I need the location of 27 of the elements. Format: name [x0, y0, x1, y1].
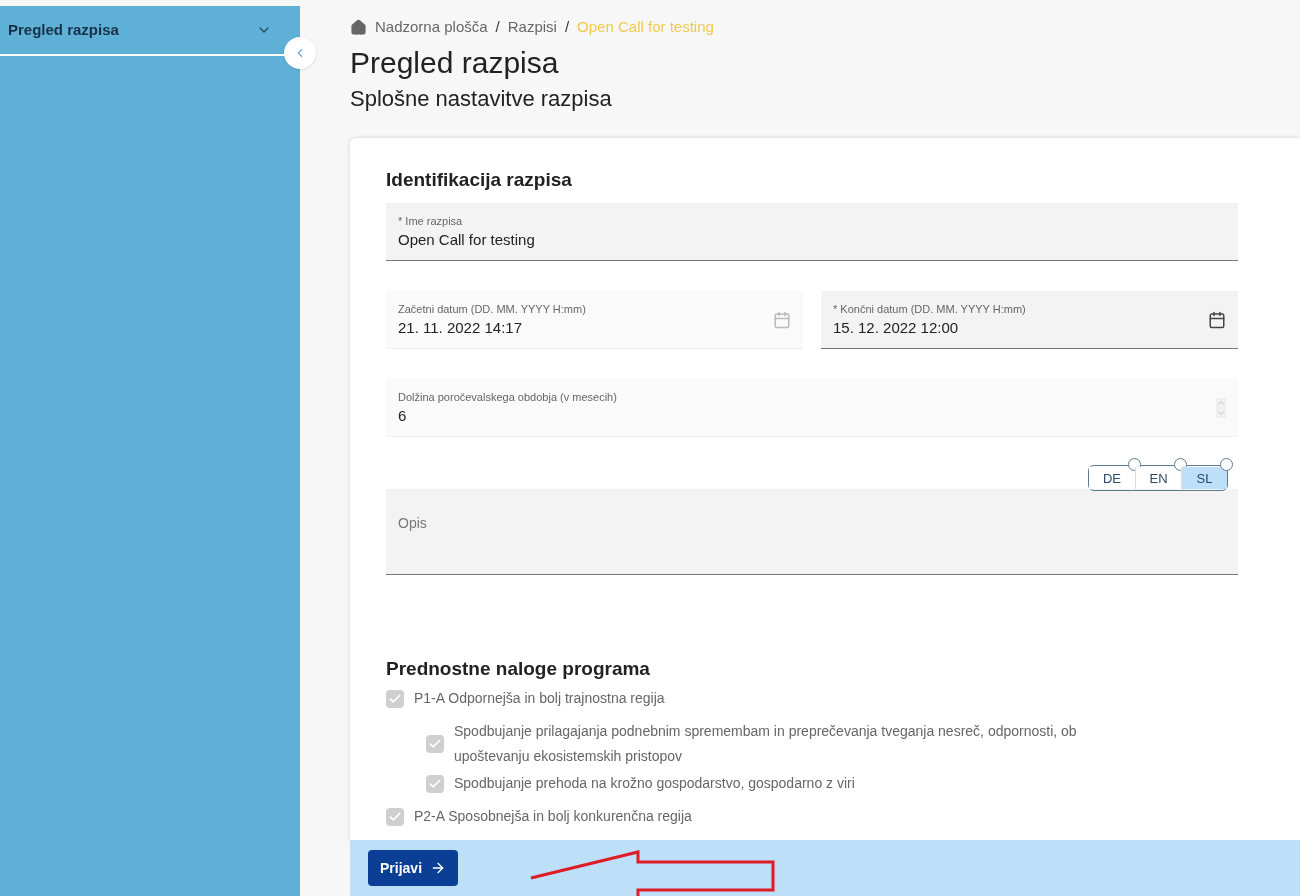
description-field[interactable]: Opis — [386, 488, 1238, 575]
checkbox-label: Spodbujanje prilagajanja podnebnim spremembam in preprečevanja tveganja nesreč, odpornosti, ob upoštevanju ekosistemskih pristopov — [454, 722, 1078, 766]
language-tab[interactable]: SL — [1181, 467, 1227, 490]
breadcrumb-link[interactable]: Nadzorna plošča — [375, 15, 488, 39]
checkbox-label: P2-A Sposobnejša in bolj konkurenčna regija — [414, 807, 692, 826]
check-icon — [428, 737, 442, 751]
number-field[interactable]: Dolžina poročevalskega obdobja (v mesecih) 6 — [386, 378, 1238, 437]
calendar-icon[interactable] — [1208, 311, 1226, 329]
spinner-icon[interactable] — [1216, 398, 1226, 418]
submit-button[interactable]: Prijavi — [368, 850, 459, 886]
date-field[interactable]: * Končni datum (DD. MM. YYYY H:mm) 15. 12. 2022 12:00 — [821, 290, 1238, 349]
input-field[interactable]: * Ime razpisa Open Call for testing — [386, 202, 1238, 261]
breadcrumb-separator: / — [564, 16, 570, 37]
checkbox-label: Spodbujanje prehoda na krožno gospodarstvo, gospodarno z viri — [454, 774, 855, 793]
breadcrumb-separator: / — [495, 16, 500, 37]
checkbox[interactable] — [426, 735, 444, 753]
page-title: Pregled razpisa — [350, 45, 560, 81]
checkbox[interactable] — [386, 689, 404, 708]
checkbox[interactable] — [426, 774, 444, 793]
checkbox-label: P1-A Odpornejša in bolj trajnostna regija — [414, 689, 665, 708]
page-subtitle: Splošne nastavitve razpisa — [350, 85, 613, 113]
section-heading: Prednostne naloge programa — [386, 656, 651, 681]
checkbox[interactable] — [386, 807, 404, 826]
section-heading: Identifikacija razpisa — [386, 168, 573, 192]
home-icon[interactable] — [350, 18, 367, 36]
collapse-button[interactable] — [284, 37, 316, 69]
breadcrumb-link[interactable]: Razpisi — [507, 15, 557, 39]
